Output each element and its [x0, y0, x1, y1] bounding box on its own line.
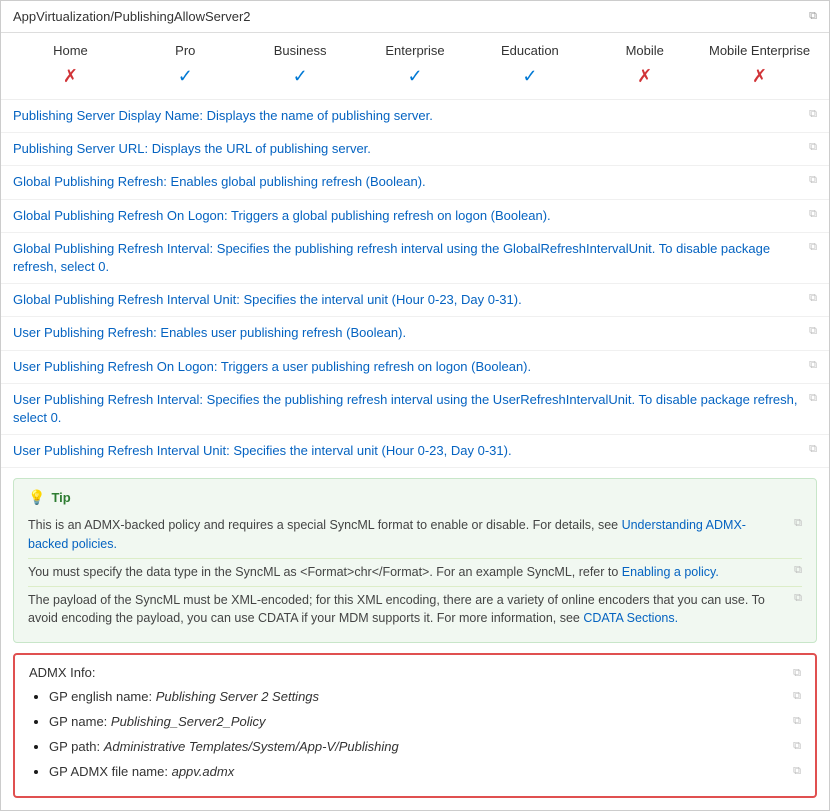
- admx-item-copy-icon[interactable]: ⧉: [793, 740, 801, 753]
- row-copy-icon[interactable]: ⧉: [809, 443, 817, 456]
- description-row: Publishing Server Display Name: Displays…: [1, 100, 829, 133]
- tip-row: This is an ADMX-backed policy and requir…: [28, 512, 802, 559]
- edition-header-home: Home: [13, 43, 128, 58]
- tip-copy-icon[interactable]: ⧉: [794, 517, 802, 530]
- row-copy-icon[interactable]: ⧉: [809, 208, 817, 221]
- admx-item-text: GP path: Administrative Templates/System…: [49, 739, 399, 754]
- description-row: User Publishing Refresh: Enables user pu…: [1, 317, 829, 350]
- description-text: Global Publishing Refresh: Enables globa…: [13, 173, 801, 191]
- edition-header-row: HomeProBusinessEnterpriseEducationMobile…: [13, 43, 817, 58]
- admx-item: GP ADMX file name: appv.admx ⧉: [49, 761, 801, 782]
- row-copy-icon[interactable]: ⧉: [809, 174, 817, 187]
- tip-text: This is an ADMX-backed policy and requir…: [28, 516, 786, 554]
- admx-item-text: GP ADMX file name: appv.admx: [49, 764, 234, 779]
- tip-copy-icon[interactable]: ⧉: [794, 592, 802, 605]
- admx-item: GP path: Administrative Templates/System…: [49, 736, 801, 757]
- row-copy-icon[interactable]: ⧉: [809, 325, 817, 338]
- edition-header-mobile-enterprise: Mobile Enterprise: [702, 43, 817, 58]
- description-row: User Publishing Refresh Interval: Specif…: [1, 384, 829, 435]
- page-container: AppVirtualization/PublishingAllowServer2…: [0, 0, 830, 811]
- tip-link[interactable]: Understanding ADMX-backed policies.: [28, 518, 746, 551]
- content-area: Publishing Server Display Name: Displays…: [1, 100, 829, 468]
- tip-title: Tip: [51, 490, 70, 505]
- admx-list-item: GP name: Publishing_Server2_Policy ⧉: [49, 711, 801, 732]
- admx-list-item: GP ADMX file name: appv.admx ⧉: [49, 761, 801, 782]
- edition-header-business: Business: [243, 43, 358, 58]
- edition-mark-0: ✗: [13, 66, 128, 87]
- admx-box: ADMX Info: ⧉ GP english name: Publishing…: [13, 653, 817, 798]
- admx-title: ADMX Info:: [29, 665, 95, 680]
- description-row: Global Publishing Refresh Interval Unit:…: [1, 284, 829, 317]
- tip-icon: 💡: [28, 489, 45, 506]
- row-copy-icon[interactable]: ⧉: [809, 359, 817, 372]
- tip-text: You must specify the data type in the Sy…: [28, 563, 786, 582]
- edition-mark-2: ✓: [243, 66, 358, 87]
- description-text: User Publishing Refresh Interval: Specif…: [13, 391, 801, 427]
- description-row: Global Publishing Refresh: Enables globa…: [1, 166, 829, 199]
- page-title: AppVirtualization/PublishingAllowServer2: [13, 9, 251, 24]
- tip-copy-icon[interactable]: ⧉: [794, 564, 802, 577]
- admx-header: ADMX Info: ⧉: [29, 665, 801, 680]
- edition-mark-4: ✓: [472, 66, 587, 87]
- edition-header-pro: Pro: [128, 43, 243, 58]
- admx-list-item: GP path: Administrative Templates/System…: [49, 736, 801, 757]
- title-bar: AppVirtualization/PublishingAllowServer2…: [1, 1, 829, 33]
- edition-mark-3: ✓: [358, 66, 473, 87]
- row-copy-icon[interactable]: ⧉: [809, 392, 817, 405]
- description-text: Publishing Server URL: Displays the URL …: [13, 140, 801, 158]
- description-row: Global Publishing Refresh On Logon: Trig…: [1, 200, 829, 233]
- edition-mark-5: ✗: [587, 66, 702, 87]
- tip-row: The payload of the SyncML must be XML-en…: [28, 587, 802, 633]
- description-row: User Publishing Refresh On Logon: Trigge…: [1, 351, 829, 384]
- admx-item-copy-icon[interactable]: ⧉: [793, 690, 801, 703]
- edition-header-education: Education: [472, 43, 587, 58]
- description-row: Global Publishing Refresh Interval: Spec…: [1, 233, 829, 284]
- admx-item-text: GP name: Publishing_Server2_Policy: [49, 714, 266, 729]
- description-text: Global Publishing Refresh Interval: Spec…: [13, 240, 801, 276]
- description-row: User Publishing Refresh Interval Unit: S…: [1, 435, 829, 468]
- description-text: Global Publishing Refresh Interval Unit:…: [13, 291, 801, 309]
- description-text: User Publishing Refresh Interval Unit: S…: [13, 442, 801, 460]
- edition-mark-6: ✗: [702, 66, 817, 87]
- description-text: User Publishing Refresh: Enables user pu…: [13, 324, 801, 342]
- admx-item-copy-icon[interactable]: ⧉: [793, 765, 801, 778]
- tip-text: The payload of the SyncML must be XML-en…: [28, 591, 786, 629]
- admx-item: GP name: Publishing_Server2_Policy ⧉: [49, 711, 801, 732]
- edition-mark-1: ✓: [128, 66, 243, 87]
- description-text: Global Publishing Refresh On Logon: Trig…: [13, 207, 801, 225]
- row-copy-icon[interactable]: ⧉: [809, 292, 817, 305]
- tip-link[interactable]: Enabling a policy.: [622, 565, 719, 579]
- tip-link[interactable]: CDATA Sections.: [583, 611, 678, 625]
- admx-list-item: GP english name: Publishing Server 2 Set…: [49, 686, 801, 707]
- tip-box: 💡 Tip This is an ADMX-backed policy and …: [13, 478, 817, 643]
- edition-header-mobile: Mobile: [587, 43, 702, 58]
- title-copy-icon[interactable]: ⧉: [809, 10, 817, 23]
- edition-table: HomeProBusinessEnterpriseEducationMobile…: [1, 33, 829, 100]
- admx-item-copy-icon[interactable]: ⧉: [793, 715, 801, 728]
- row-copy-icon[interactable]: ⧉: [809, 241, 817, 254]
- description-text: User Publishing Refresh On Logon: Trigge…: [13, 358, 801, 376]
- row-copy-icon[interactable]: ⧉: [809, 141, 817, 154]
- tip-header: 💡 Tip: [28, 489, 802, 506]
- admx-item-text: GP english name: Publishing Server 2 Set…: [49, 689, 319, 704]
- description-text: Publishing Server Display Name: Displays…: [13, 107, 801, 125]
- admx-item: GP english name: Publishing Server 2 Set…: [49, 686, 801, 707]
- edition-header-enterprise: Enterprise: [358, 43, 473, 58]
- edition-mark-row: ✗✓✓✓✓✗✗: [13, 66, 817, 87]
- admx-copy-icon[interactable]: ⧉: [793, 667, 801, 680]
- tip-row: You must specify the data type in the Sy…: [28, 559, 802, 587]
- description-row: Publishing Server URL: Displays the URL …: [1, 133, 829, 166]
- row-copy-icon[interactable]: ⧉: [809, 108, 817, 121]
- admx-list: GP english name: Publishing Server 2 Set…: [49, 686, 801, 782]
